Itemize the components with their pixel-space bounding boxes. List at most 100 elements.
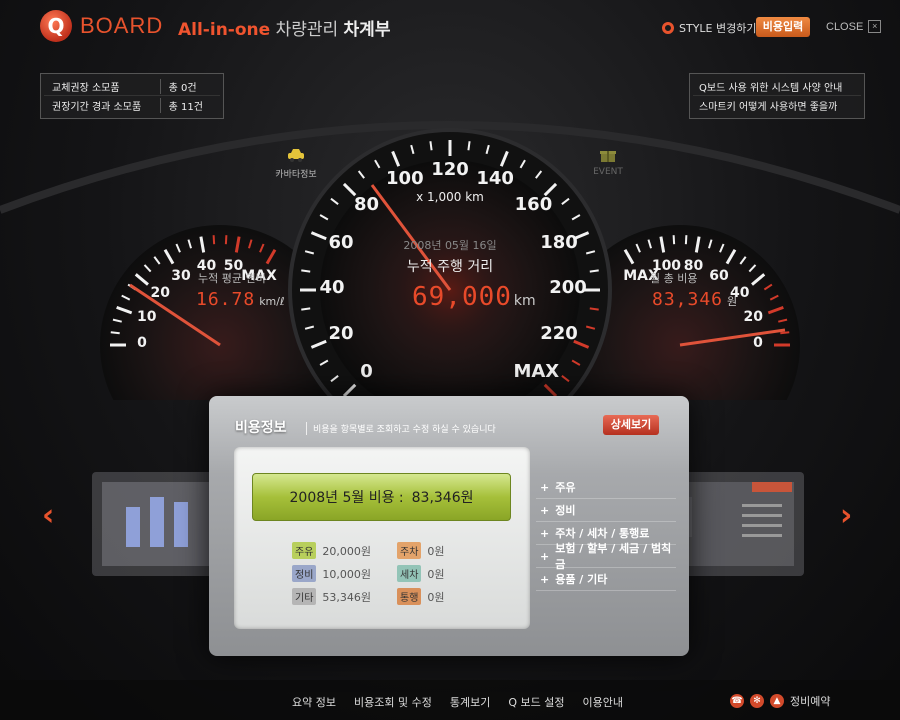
- gauge-tick-label: 20: [743, 308, 764, 325]
- nav-help[interactable]: 이용안내: [582, 694, 622, 710]
- gauge-tick: [212, 235, 216, 245]
- cost-item-toll: 통행 0원: [397, 588, 445, 605]
- category-label: 용품 / 기타: [555, 573, 608, 586]
- cost-list-left: 주유 20,000원 정비 10,000원 기타 53,346원: [292, 542, 371, 605]
- monthly-cost-bar-value: 83,346원: [411, 490, 474, 506]
- fuel-efficiency-readout: 16.78 km/ℓ: [196, 289, 285, 310]
- cost-amount: 20,000원: [322, 544, 372, 558]
- gauge-tick-label: 60: [328, 232, 354, 254]
- gauge-tick: [684, 235, 688, 245]
- gauge-tick-label: 60: [709, 267, 729, 284]
- gauge-tick-label: 200: [549, 277, 587, 299]
- category-maintenance[interactable]: + 정비: [536, 499, 676, 522]
- gauge-tick-label: 180: [540, 232, 578, 254]
- gauge-tick-label: 140: [476, 168, 514, 190]
- odometer-label: 누적 주행 거리: [406, 259, 494, 275]
- nav-statistics[interactable]: 통계보기: [450, 694, 490, 710]
- cost-tag: 주유: [292, 542, 317, 559]
- nav-settings[interactable]: Q 보드 설정: [508, 694, 564, 710]
- gauge-tick-label: 120: [431, 159, 469, 181]
- gauge-tick-label: 0: [753, 335, 763, 352]
- cost-tag: 정비: [292, 565, 317, 582]
- prev-arrow-icon[interactable]: ‹: [42, 498, 54, 533]
- gauge-tick: [467, 141, 471, 151]
- bottom-nav: 요약 정보 비용조회 및 수정 통계보기 Q 보드 설정 이용안내: [292, 694, 623, 710]
- prev-screen-preview[interactable]: [92, 472, 222, 576]
- bar-chart-thumbnail-icon: [102, 482, 212, 566]
- monthly-cost-bar: 2008년 5월 비용 : 83,346원: [252, 473, 511, 521]
- gauge-tick: [589, 307, 599, 311]
- cost-tag: 통행: [397, 588, 422, 605]
- phone-icon[interactable]: ☎: [730, 694, 744, 708]
- cost-item-parking: 주차 0원: [397, 542, 445, 559]
- plus-icon: +: [540, 480, 550, 494]
- fuel-efficiency-value: 16.78: [196, 289, 256, 310]
- category-fuel[interactable]: + 주유: [536, 476, 676, 499]
- category-label: 정비: [555, 504, 576, 517]
- cost-tag: 세차: [397, 565, 422, 582]
- cost-amount: 0원: [427, 544, 445, 558]
- monthly-cost-value: 83,346: [652, 289, 724, 310]
- next-arrow-icon[interactable]: ›: [840, 498, 852, 533]
- detail-view-button[interactable]: 상세보기: [603, 415, 659, 435]
- gauge-tick: [301, 307, 311, 311]
- cost-amount: 0원: [427, 567, 445, 581]
- monthly-cost-label: 월 총 비용: [650, 272, 698, 285]
- fuel-efficiency-label: 누적 평균 연비: [198, 272, 266, 285]
- cost-amount: 0원: [427, 590, 445, 604]
- service-booking[interactable]: ☎ ✻ ▲ 정비예약: [730, 693, 830, 709]
- odometer-value: 69,000: [412, 282, 512, 312]
- gauge-tick-label: 0: [360, 360, 373, 382]
- cost-amount: 53,346원: [322, 590, 372, 604]
- gauge-tick: [780, 331, 790, 335]
- gauge-tick-label: 20: [328, 322, 354, 344]
- gauge-tick: [672, 235, 676, 245]
- service-booking-label: 정비예약: [790, 695, 831, 708]
- gauge-tick-label: 0: [137, 335, 147, 352]
- category-label: 주유: [555, 481, 576, 494]
- cost-tag: 주차: [397, 542, 422, 559]
- odometer-date: 2008년 05월 16일: [403, 239, 497, 252]
- gauge-tick-label: 220: [540, 322, 578, 344]
- odometer-scale-label: x 1,000 km: [416, 190, 484, 204]
- nav-cost-edit[interactable]: 비용조회 및 수정: [354, 694, 432, 710]
- gauge-tick: [589, 269, 599, 273]
- plus-icon: +: [540, 503, 550, 517]
- gauge-tick-label: 20: [150, 285, 170, 302]
- cost-item-other: 기타 53,346원: [292, 588, 371, 605]
- cost-tag: 기타: [292, 588, 317, 605]
- gauge-tick-label: 40: [319, 277, 345, 299]
- cost-category-list: + 주유 + 정비 + 주차 / 세차 / 통행료 + 보험 / 할부 / 세금 / 범…: [536, 476, 676, 591]
- category-label: 보험 / 할부 / 세금 / 범칙금: [555, 542, 672, 571]
- monthly-cost-unit: 원: [727, 295, 738, 308]
- cost-info-subtitle: 비용을 항목별로 조회하고 수정 하실 수 있습니다: [306, 422, 496, 435]
- odometer-unit: km: [513, 293, 536, 309]
- odometer-readout: 69,000 km: [412, 282, 536, 312]
- gauge-tick-label: 100: [386, 168, 424, 190]
- cost-amount: 10,000원: [322, 567, 372, 581]
- gauge-tick: [301, 269, 311, 273]
- cost-info-title: 비용정보: [235, 420, 287, 436]
- monthly-cost-readout: 83,346 원: [652, 289, 737, 310]
- fuel-efficiency-unit: km/ℓ: [259, 295, 285, 308]
- car-icon[interactable]: ▲: [770, 694, 784, 708]
- category-label: 주차 / 세차 / 통행료: [555, 527, 650, 540]
- cost-item-fuel: 주유 20,000원: [292, 542, 371, 559]
- gear-icon[interactable]: ✻: [750, 694, 764, 708]
- gauge-tick-label: 80: [354, 193, 380, 215]
- gauge-tick: [224, 235, 228, 245]
- plus-icon: +: [540, 549, 550, 563]
- plus-icon: +: [540, 526, 550, 540]
- monthly-cost-bar-label: 2008년 5월 비용 :: [289, 490, 404, 506]
- gauge-tick-label: MAX: [513, 360, 560, 382]
- gauge-tick: [429, 141, 433, 151]
- nav-summary[interactable]: 요약 정보: [292, 694, 336, 710]
- plus-icon: +: [540, 572, 550, 586]
- gauge-tick-label: 10: [136, 308, 157, 325]
- cost-item-maintenance: 정비 10,000원: [292, 565, 371, 582]
- category-insurance-tax[interactable]: + 보험 / 할부 / 세금 / 범칙금: [536, 542, 676, 571]
- gauge-tick-label: 160: [514, 193, 553, 215]
- cost-item-carwash: 세차 0원: [397, 565, 445, 582]
- gauge-tick: [110, 331, 120, 335]
- cost-list-right: 주차 0원 세차 0원 통행 0원: [397, 542, 445, 605]
